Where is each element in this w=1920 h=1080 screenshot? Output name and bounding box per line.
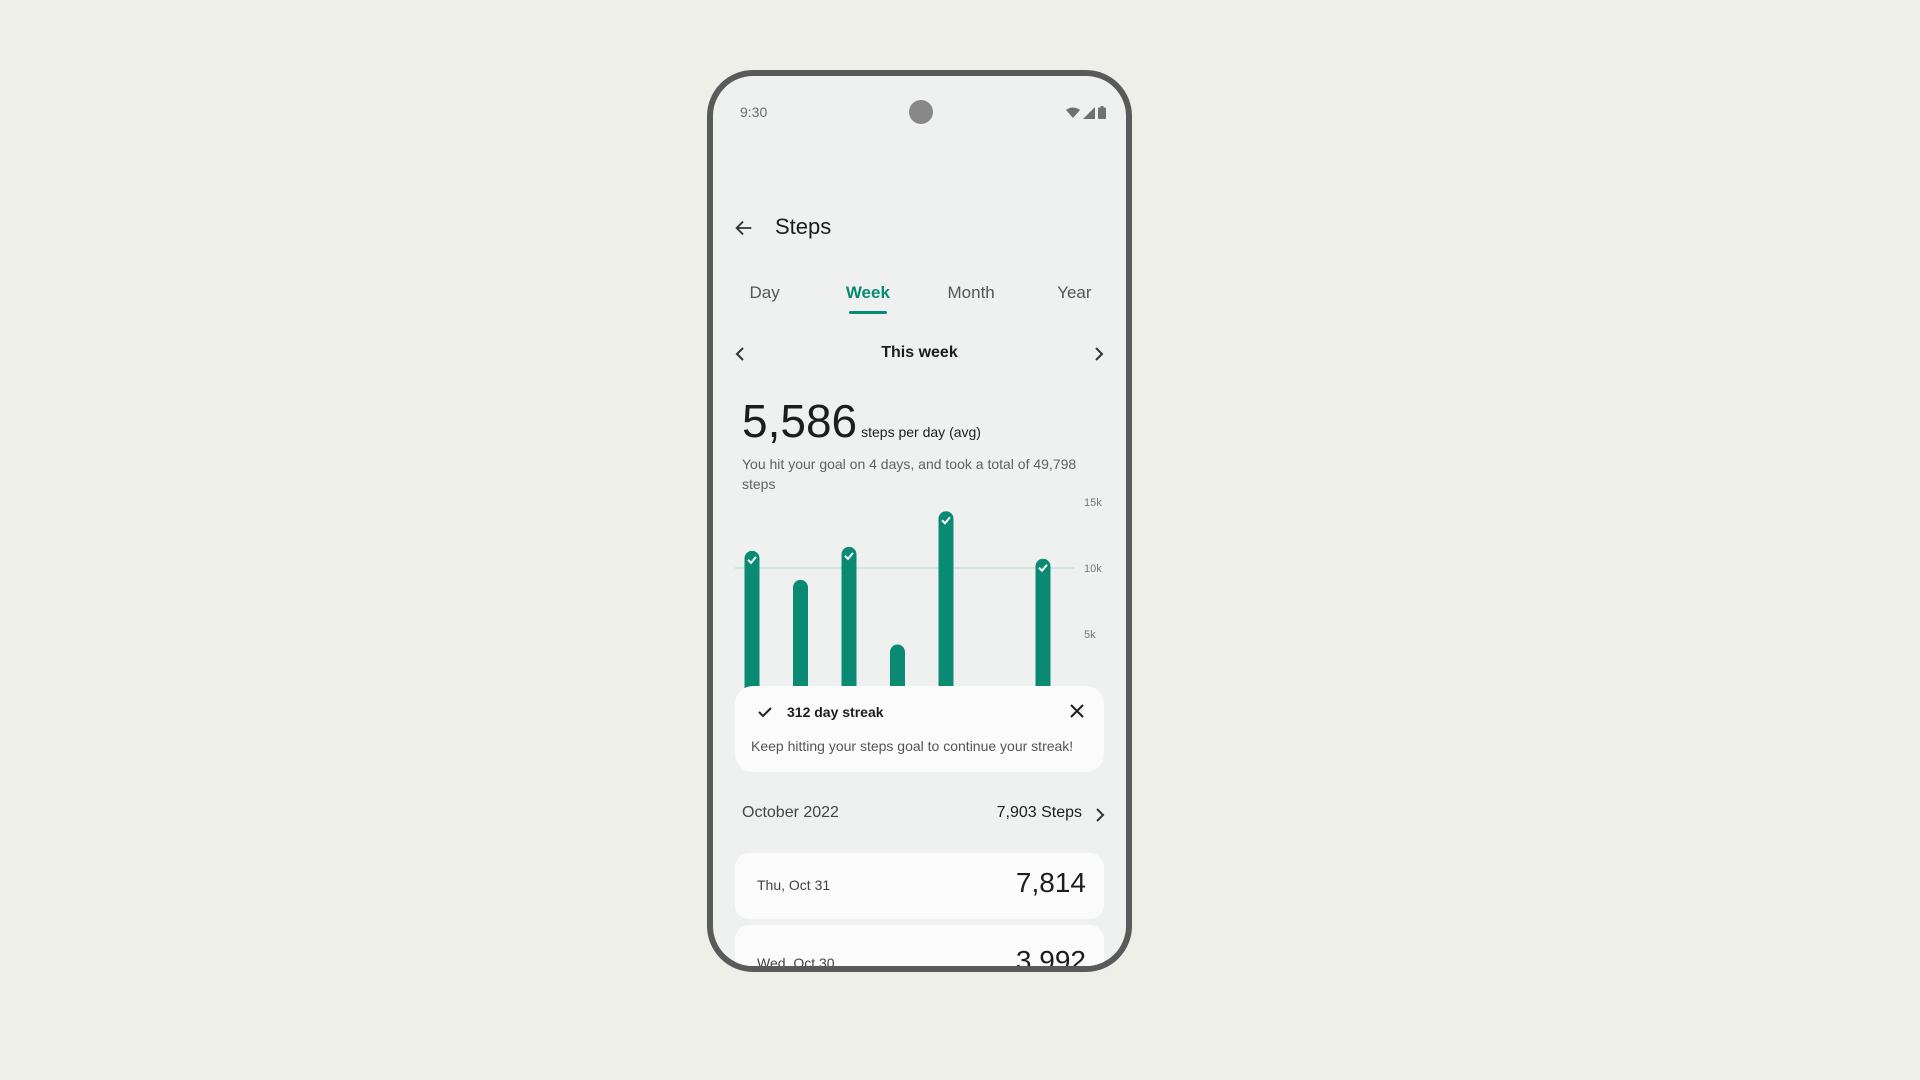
page-title: Steps — [775, 214, 832, 239]
month-label: October 2022 — [742, 804, 839, 821]
chevron-right-icon[interactable] — [1088, 344, 1108, 364]
check-icon — [758, 707, 772, 718]
y-tick-label: 10k — [1084, 563, 1102, 575]
streak-card: 312 day streak Keep hitting your steps g… — [735, 686, 1104, 772]
arrow-back-icon[interactable] — [733, 217, 755, 239]
tab-week[interactable]: Week — [816, 276, 919, 316]
average-unit: steps per day (avg) — [861, 424, 981, 440]
period-navigator: This week — [713, 338, 1126, 370]
app-bar: Steps — [713, 206, 1126, 246]
day-row[interactable]: Wed, Oct 30 3,992 — [735, 925, 1104, 972]
day-steps: 3,992 — [1015, 945, 1086, 972]
chevron-right-icon[interactable] — [1090, 806, 1108, 824]
wifi-icon — [1066, 107, 1080, 118]
period-label: This week — [881, 344, 958, 361]
month-steps: 7,903 Steps — [996, 804, 1082, 821]
phone-frame: 9:30 Steps Day Week Month Year This week… — [707, 70, 1132, 972]
day-label: Thu, Oct 31 — [757, 877, 831, 893]
bar — [938, 511, 954, 700]
y-tick-label: 5k — [1084, 629, 1096, 641]
bar — [1035, 558, 1051, 700]
close-icon[interactable] — [1068, 702, 1086, 720]
day-label: Wed, Oct 30 — [757, 955, 835, 971]
signal-icon — [1083, 106, 1095, 119]
month-summary-row[interactable]: October 2022 7,903 Steps — [713, 798, 1126, 828]
bar — [744, 550, 760, 700]
steps-summary: 5,586 steps per day (avg) You hit your go… — [742, 394, 1106, 494]
camera-cutout — [909, 100, 933, 124]
range-tabs: Day Week Month Year — [713, 276, 1126, 316]
streak-title: 312 day streak — [787, 704, 884, 720]
y-tick-label: 15k — [1084, 497, 1102, 509]
bar — [793, 579, 808, 700]
tab-year[interactable]: Year — [1023, 276, 1126, 316]
tab-day[interactable]: Day — [713, 276, 816, 316]
status-time: 9:30 — [740, 104, 768, 120]
bar — [841, 546, 857, 700]
average-steps: 5,586 — [742, 395, 858, 447]
status-bar: 9:30 — [713, 76, 1126, 126]
tab-month[interactable]: Month — [920, 276, 1023, 316]
battery-icon — [1098, 106, 1106, 119]
day-row[interactable]: Thu, Oct 31 7,814 — [735, 853, 1104, 919]
day-steps: 7,814 — [1015, 867, 1086, 898]
streak-description: Keep hitting your steps goal to continue… — [751, 738, 1074, 754]
